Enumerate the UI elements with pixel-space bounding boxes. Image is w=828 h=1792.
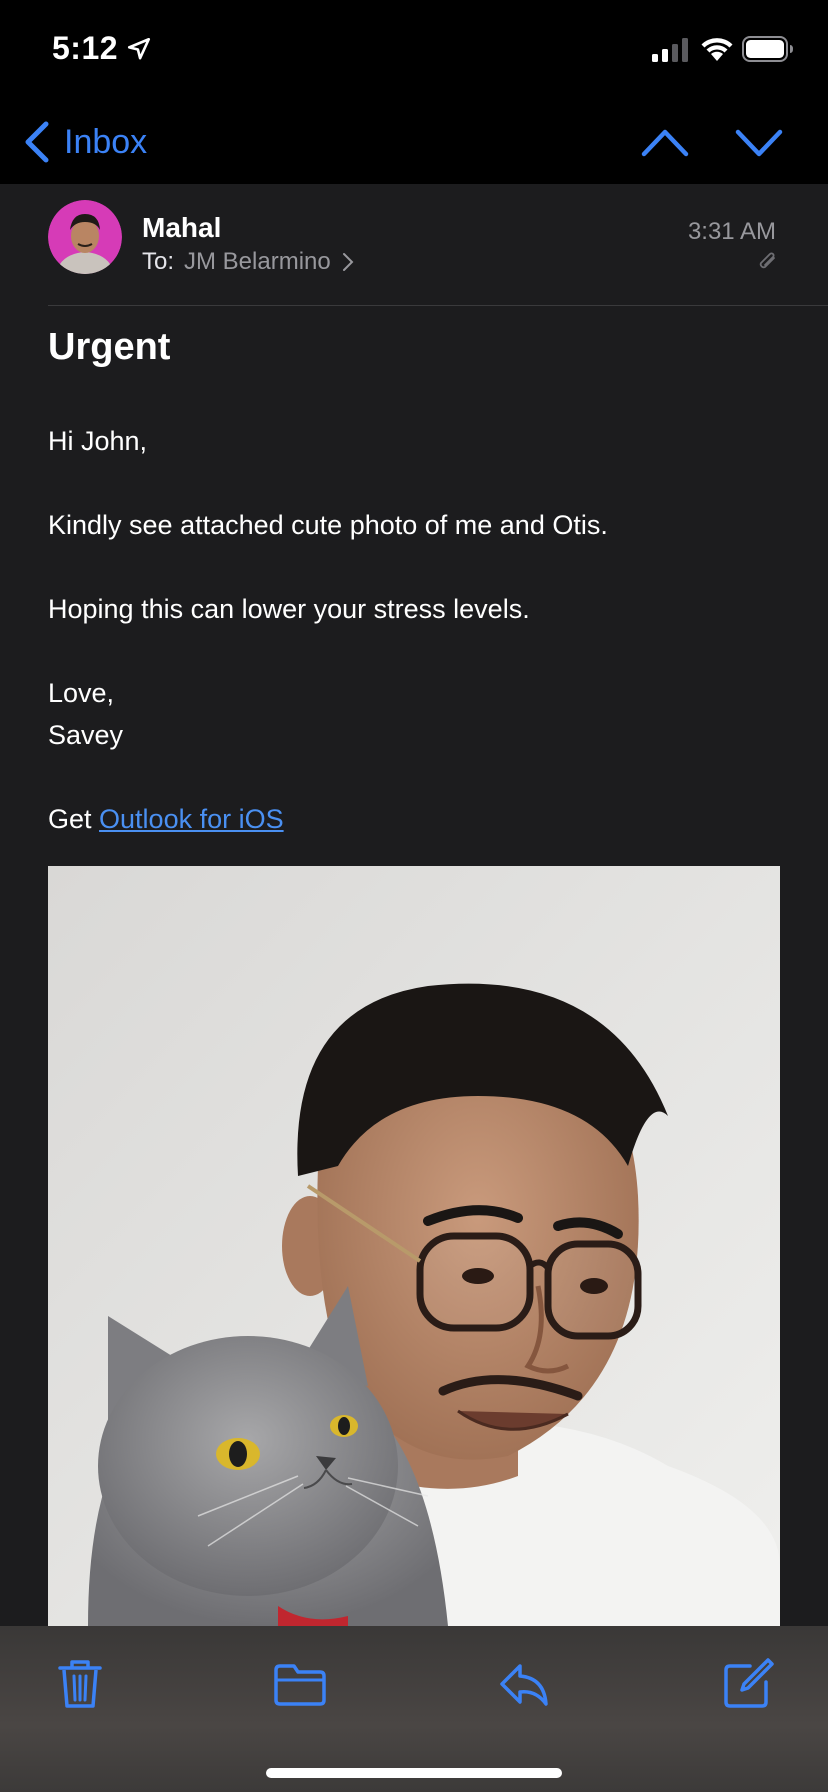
- next-message-button[interactable]: [734, 120, 784, 164]
- chevron-left-icon: [25, 121, 49, 163]
- wifi-icon: [701, 38, 733, 61]
- signal-icon: [652, 38, 688, 62]
- body-signature: Savey: [48, 720, 124, 750]
- recipient-row[interactable]: To: JM Belarmino: [142, 248, 355, 276]
- body-footer: Get Outlook for iOS: [48, 798, 788, 840]
- previous-message-button[interactable]: [640, 120, 690, 164]
- body-line-2: Hoping this can lower your stress levels…: [48, 594, 530, 624]
- to-label: To:: [142, 248, 175, 275]
- attached-photo[interactable]: [48, 866, 780, 1626]
- trash-icon[interactable]: [52, 1656, 108, 1712]
- body-greeting: Hi John,: [48, 426, 148, 456]
- compose-icon[interactable]: [720, 1656, 776, 1712]
- header-divider: [48, 305, 828, 306]
- status-bar: 5:12: [0, 0, 828, 100]
- location-arrow-icon: [127, 37, 151, 60]
- sender-avatar[interactable]: [48, 200, 122, 274]
- paperclip-icon: [759, 252, 775, 269]
- recipient-name: JM Belarmino: [184, 248, 331, 275]
- sender-name[interactable]: Mahal: [142, 212, 221, 244]
- back-label: Inbox: [64, 122, 148, 161]
- message-body: Hi John, Kindly see attached cute photo …: [48, 420, 788, 840]
- mail-screen: 5:12 Inbox Mahal To: JM Belarmino 3:31 A…: [0, 0, 828, 1792]
- body-line-1: Kindly see attached cute photo of me and…: [48, 510, 608, 540]
- battery-icon: [742, 36, 793, 62]
- folder-icon[interactable]: [272, 1656, 328, 1712]
- message-time: 3:31 AM: [687, 218, 776, 245]
- body-closing: Love,: [48, 678, 115, 708]
- message-subject: Urgent: [48, 326, 171, 368]
- reply-icon[interactable]: [496, 1656, 552, 1712]
- chevron-right-icon: [342, 253, 354, 271]
- nav-bar: Inbox: [0, 100, 828, 184]
- footer-prefix: Get: [48, 804, 100, 834]
- outlook-ios-link[interactable]: Outlook for iOS: [99, 804, 284, 834]
- home-indicator[interactable]: [266, 1768, 562, 1778]
- back-to-inbox-button[interactable]: Inbox: [22, 114, 147, 170]
- status-time: 5:12: [52, 30, 119, 66]
